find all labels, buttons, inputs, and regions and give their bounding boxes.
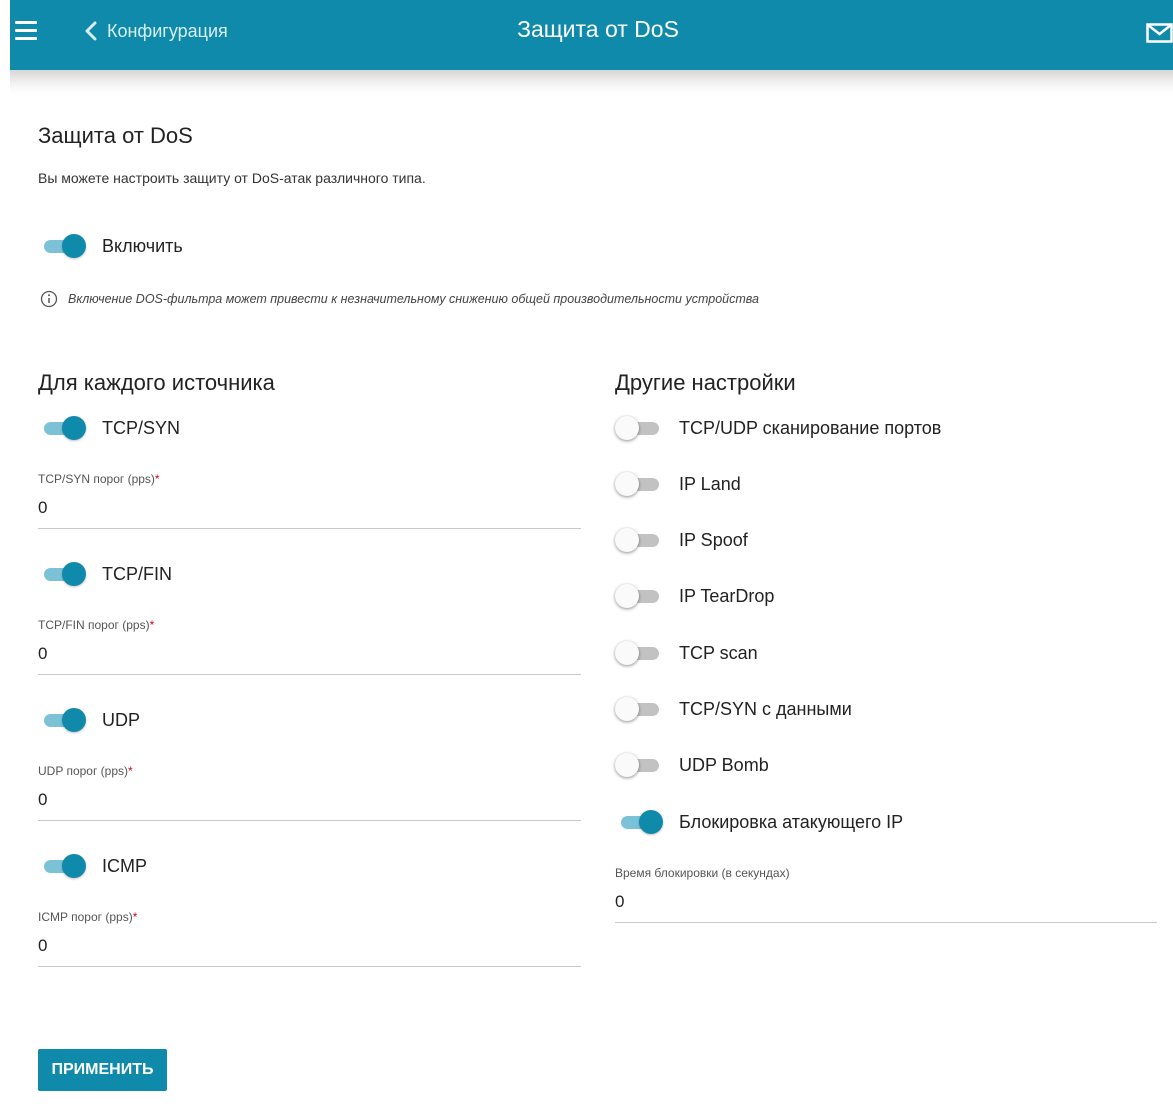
enable-toggle[interactable]: Включить <box>38 233 183 259</box>
tcp-syn-toggle[interactable]: TCP/SYN <box>38 415 180 441</box>
icmp-threshold-input[interactable] <box>38 924 581 967</box>
tcp-scan-label: TCP scan <box>679 642 758 663</box>
block-attacker-ip-label: Блокировка атакующего IP <box>679 811 904 832</box>
ip-land-label: IP Land <box>679 473 741 494</box>
icmp-toggle[interactable]: ICMP <box>38 853 147 879</box>
udp-bomb-toggle[interactable]: UDP Bomb <box>615 752 769 778</box>
tcp-fin-switch[interactable] <box>38 561 88 587</box>
tcp-syn-threshold-field: TCP/SYN порог (pps)* <box>38 472 581 529</box>
icmp-label: ICMP <box>102 855 147 876</box>
hamburger-menu-icon[interactable] <box>15 21 37 41</box>
tcp-fin-threshold-input[interactable] <box>38 632 581 675</box>
tcp-fin-threshold-label: TCP/FIN порог (pps)* <box>38 618 155 632</box>
chevron-left-icon <box>85 21 97 41</box>
udp-toggle[interactable]: UDP <box>38 707 140 733</box>
tcp-syn-data-switch[interactable] <box>615 696 665 722</box>
udp-switch[interactable] <box>38 707 88 733</box>
enable-label: Включить <box>102 235 183 256</box>
back-link[interactable]: Конфигурация <box>85 18 228 44</box>
info-note: Включение DOS-фильтра может привести к н… <box>40 290 759 308</box>
ip-spoof-switch[interactable] <box>615 527 665 553</box>
ip-teardrop-toggle[interactable]: IP TearDrop <box>615 583 774 609</box>
tcp-fin-label: TCP/FIN <box>102 563 172 584</box>
tcp-scan-switch[interactable] <box>615 640 665 666</box>
ip-land-toggle[interactable]: IP Land <box>615 471 741 497</box>
tcp-fin-toggle[interactable]: TCP/FIN <box>38 561 172 587</box>
port-scan-toggle[interactable]: TCP/UDP сканирование портов <box>615 415 941 441</box>
udp-bomb-label: UDP Bomb <box>679 754 769 775</box>
tcp-syn-threshold-input[interactable] <box>38 486 581 529</box>
per-source-section-title: Для каждого источника <box>38 370 275 395</box>
tcp-fin-threshold-field: TCP/FIN порог (pps)* <box>38 618 581 675</box>
enable-switch[interactable] <box>38 233 88 259</box>
block-time-field: Время блокировки (в секундах) <box>615 866 1157 923</box>
port-scan-label: TCP/UDP сканирование портов <box>679 417 942 438</box>
udp-threshold-input[interactable] <box>38 778 581 821</box>
block-time-label: Время блокировки (в секундах) <box>615 866 790 880</box>
udp-threshold-field: UDP порог (pps)* <box>38 764 581 821</box>
tcp-syn-label: TCP/SYN <box>102 417 181 438</box>
block-time-input[interactable] <box>615 880 1157 923</box>
udp-threshold-label: UDP порог (pps)* <box>38 764 133 778</box>
info-icon <box>40 290 58 308</box>
udp-bomb-switch[interactable] <box>615 752 665 778</box>
tcp-syn-threshold-label: TCP/SYN порог (pps)* <box>38 472 160 486</box>
info-text: Включение DOS-фильтра может привести к н… <box>68 292 759 306</box>
tcp-syn-data-label: TCP/SYN с данными <box>679 698 852 719</box>
ip-teardrop-label: IP TearDrop <box>679 585 775 606</box>
tcp-syn-data-toggle[interactable]: TCP/SYN с данными <box>615 696 852 722</box>
ip-spoof-toggle[interactable]: IP Spoof <box>615 527 748 553</box>
icmp-threshold-field: ICMP порог (pps)* <box>38 910 581 967</box>
apply-button[interactable]: ПРИМЕНИТЬ <box>38 1049 167 1091</box>
page-description: Вы можете настроить защиту от DoS-атак р… <box>38 170 426 186</box>
udp-label: UDP <box>102 709 141 730</box>
port-scan-switch[interactable] <box>615 415 665 441</box>
ip-spoof-label: IP Spoof <box>679 529 748 550</box>
back-link-label: Конфигурация <box>107 20 228 41</box>
other-settings-section-title: Другие настройки <box>615 370 796 395</box>
page-title: Защита от DoS <box>38 123 193 148</box>
ip-land-switch[interactable] <box>615 471 665 497</box>
mail-icon[interactable] <box>1146 23 1173 43</box>
top-bar-shadow <box>10 70 1173 94</box>
ip-teardrop-switch[interactable] <box>615 583 665 609</box>
tcp-syn-switch[interactable] <box>38 415 88 441</box>
block-attacker-ip-toggle[interactable]: Блокировка атакующего IP <box>615 809 903 835</box>
icmp-threshold-label: ICMP порог (pps)* <box>38 910 138 924</box>
tcp-scan-toggle[interactable]: TCP scan <box>615 640 758 666</box>
block-attacker-ip-switch[interactable] <box>615 809 665 835</box>
icmp-switch[interactable] <box>38 853 88 879</box>
top-bar-title: Защита от DoS <box>517 16 679 42</box>
